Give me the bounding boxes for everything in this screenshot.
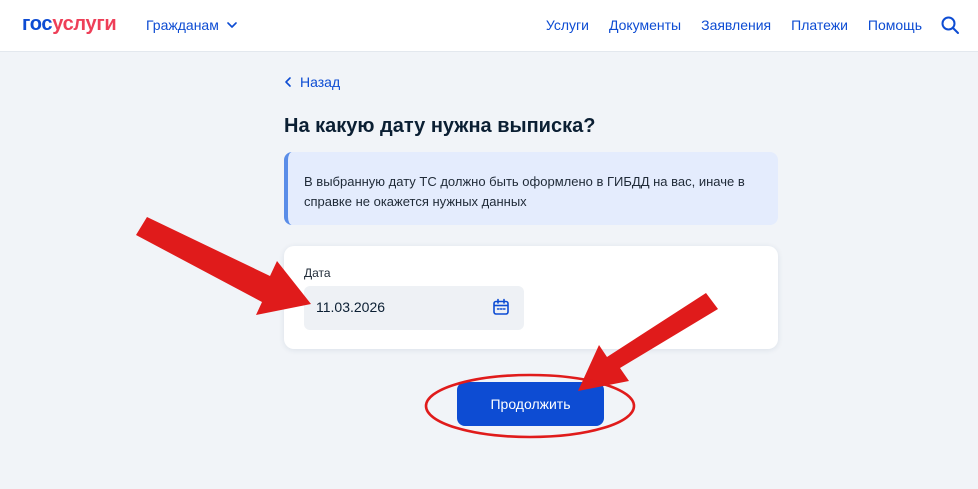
nav-payments[interactable]: Платежи xyxy=(791,17,848,33)
audience-selector[interactable]: Гражданам xyxy=(146,17,237,33)
date-input[interactable]: 11.03.2026 xyxy=(304,286,524,330)
continue-label: Продолжить xyxy=(490,396,571,412)
back-label: Назад xyxy=(300,74,341,90)
main-nav: Услуги Документы Заявления Платежи Помощ… xyxy=(546,17,922,33)
search-icon[interactable] xyxy=(940,15,960,35)
continue-button[interactable]: Продолжить xyxy=(457,382,604,426)
chevron-left-icon xyxy=(285,77,291,87)
gosuslugi-logo[interactable]: госуслуги xyxy=(22,13,117,36)
calendar-icon[interactable] xyxy=(492,298,510,316)
date-card: Дата 11.03.2026 xyxy=(284,246,778,349)
nav-services[interactable]: Услуги xyxy=(546,17,589,33)
info-banner: В выбранную дату ТС должно быть оформлен… xyxy=(284,152,778,225)
info-text: В выбранную дату ТС должно быть оформлен… xyxy=(304,174,745,209)
page-title: На какую дату нужна выписка? xyxy=(284,115,596,137)
audience-label: Гражданам xyxy=(146,17,219,33)
date-value: 11.03.2026 xyxy=(316,299,386,315)
back-link[interactable]: Назад xyxy=(284,74,340,90)
logo-part-gos: гос xyxy=(22,13,53,35)
logo-part-uslugi: услуги xyxy=(52,13,117,35)
nav-documents[interactable]: Документы xyxy=(609,17,681,33)
chevron-down-icon xyxy=(227,22,237,28)
date-label: Дата xyxy=(304,266,331,280)
nav-help[interactable]: Помощь xyxy=(868,17,922,33)
nav-applications[interactable]: Заявления xyxy=(701,17,771,33)
top-header: госуслуги Гражданам Услуги Документы Зая… xyxy=(0,0,978,52)
